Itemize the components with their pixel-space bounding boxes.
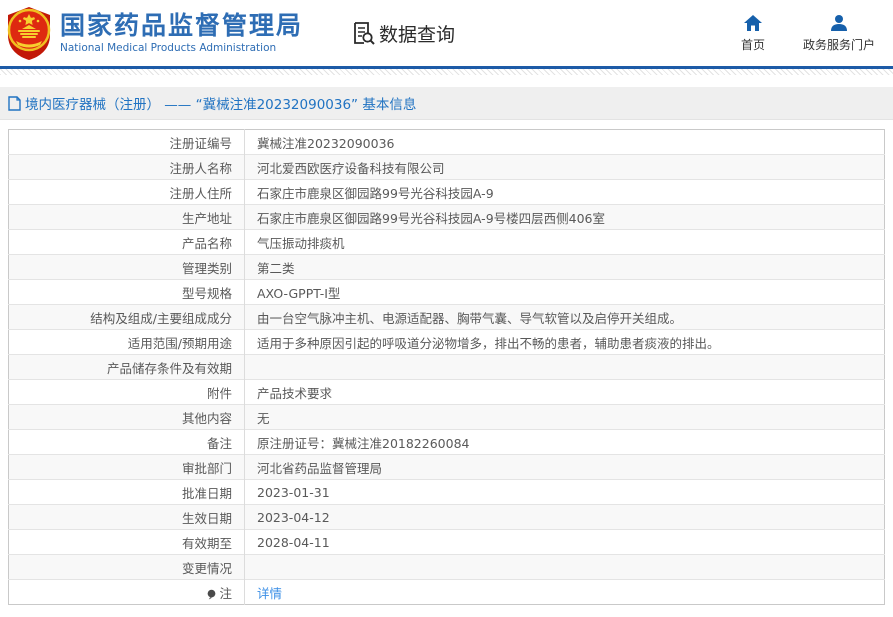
- row-value: 河北省药品监督管理局: [244, 454, 885, 480]
- row-label: 适用范围/预期用途: [8, 329, 245, 355]
- table-row: 备注 原注册证号：冀械注准20182260084: [8, 429, 885, 455]
- data-query-label: 数据查询: [379, 23, 456, 46]
- nav-portal-label: 政务服务门户: [802, 38, 875, 52]
- row-label: 有效期至: [8, 529, 245, 555]
- table-row: 批准日期 2023-01-31: [8, 479, 885, 505]
- row-label: 产品名称: [8, 229, 245, 255]
- row-label: 生效日期: [8, 504, 245, 530]
- row-label: 附件: [8, 379, 245, 405]
- table-row: 结构及组成/主要组成成分 由一台空气脉冲主机、电源适配器、胸带气囊、导气软管以及启…: [8, 304, 885, 330]
- row-label: 注册人名称: [8, 154, 245, 180]
- row-label: 结构及组成/主要组成成分: [8, 304, 245, 330]
- row-label: 管理类别: [8, 254, 245, 280]
- row-label: 型号规格: [8, 279, 245, 305]
- table-row: 注详情: [8, 579, 885, 605]
- table-row: 其他内容无: [8, 404, 885, 430]
- document-icon: [8, 95, 21, 111]
- row-label: 生产地址: [8, 204, 245, 230]
- nav-home[interactable]: 首页: [741, 13, 765, 53]
- nav-home-label: 首页: [740, 38, 765, 52]
- table-row: 生产地址 石家庄市鹿泉区御园路99号光谷科技园A-9号楼四层西侧406室: [8, 204, 885, 230]
- table-row: 产品储存条件及有效期: [8, 354, 885, 380]
- table-row: 适用范围/预期用途 适用于多种原因引起的呼吸道分泌物增多，排出不畅的患者，辅助患者…: [8, 329, 885, 355]
- breadcrumb: 境内医疗器械（注册） —— “冀械注准20232090036” 基本信息: [0, 87, 893, 120]
- document-search-icon: [354, 22, 375, 45]
- info-table-body: 注册证编号 冀械注准20232090036 注册人名称 河北爱西欧医疗设备科技有限公司…: [8, 129, 885, 605]
- table-row: 变更情况: [8, 554, 885, 580]
- table-row: 产品名称 气压振动排痰机: [8, 229, 885, 255]
- row-value: 由一台空气脉冲主机、电源适配器、胸带气囊、导气软管以及启停开关组成。: [244, 304, 885, 330]
- row-value: 河北爱西欧医疗设备科技有限公司: [244, 154, 885, 180]
- row-label: 批准日期: [8, 479, 245, 505]
- nav-portal[interactable]: 政务服务门户: [803, 13, 875, 53]
- detail-link[interactable]: 详情: [257, 586, 282, 601]
- row-value: AXO-GPPT-Ⅰ型: [244, 279, 885, 305]
- home-icon: [743, 15, 762, 31]
- row-label: 注册人住所: [8, 179, 245, 205]
- row-value: 2023-04-12: [244, 504, 885, 530]
- row-value: 2023-01-31: [244, 479, 885, 505]
- row-value: [244, 354, 885, 380]
- table-row: 注册证编号 冀械注准20232090036: [8, 129, 885, 155]
- table-row: 管理类别 第二类: [8, 254, 885, 280]
- table-row: 注册人住所 石家庄市鹿泉区御园路99号光谷科技园A-9: [8, 179, 885, 205]
- registration-info-table: 注册证编号 冀械注准20232090036 注册人名称 河北爱西欧医疗设备科技有限公司…: [8, 129, 885, 605]
- row-label: 注: [8, 579, 245, 605]
- table-row: 生效日期 2023-04-12: [8, 504, 885, 530]
- table-row: 附件 产品技术要求: [8, 379, 885, 405]
- site-title: 国家药品监督管理局 National Medical Products Admi…: [60, 10, 304, 55]
- row-label: 变更情况: [8, 554, 245, 580]
- note-icon: [208, 589, 216, 600]
- row-value: 产品技术要求: [244, 379, 885, 405]
- row-value: 原注册证号：冀械注准20182260084: [244, 429, 885, 455]
- row-value: 冀械注准20232090036: [257, 135, 395, 151]
- row-value: 详情: [244, 579, 885, 605]
- table-row: 型号规格 AXO-GPPT-Ⅰ型: [8, 279, 885, 305]
- breadcrumb-text: 境内医疗器械（注册） —— “冀械注准20232090036” 基本信息: [25, 97, 417, 113]
- row-value: 气压振动排痰机: [244, 229, 885, 255]
- row-value: 石家庄市鹿泉区御园路99号光谷科技园A-9号楼四层西侧406室: [244, 204, 885, 230]
- row-value: 无: [244, 404, 885, 430]
- table-row: 注册人名称 河北爱西欧医疗设备科技有限公司: [8, 154, 885, 180]
- row-value: 石家庄市鹿泉区御园路99号光谷科技园A-9: [244, 179, 885, 205]
- row-label: 审批部门: [8, 454, 245, 480]
- row-value: 适用于多种原因引起的呼吸道分泌物增多，排出不畅的患者，辅助患者痰液的排出。: [244, 329, 885, 355]
- row-label: 注册证编号: [8, 129, 245, 155]
- table-row: 审批部门 河北省药品监督管理局: [8, 454, 885, 480]
- user-icon: [830, 15, 847, 31]
- site-title-cn: 国家药品监督管理局: [60, 10, 304, 40]
- hatch-stripe: [0, 69, 893, 75]
- table-row: 有效期至 2028-04-11: [8, 529, 885, 555]
- site-title-en: National Medical Products Administration: [60, 42, 277, 55]
- row-label: 产品储存条件及有效期: [8, 354, 245, 380]
- row-label: 备注: [8, 429, 245, 455]
- national-emblem-logo: [7, 7, 51, 60]
- header: 国家药品监督管理局 National Medical Products Admi…: [0, 0, 893, 66]
- data-query-nav[interactable]: 数据查询: [351, 20, 455, 47]
- row-value: 2028-04-11: [244, 529, 885, 555]
- row-label: 其他内容: [8, 404, 245, 430]
- row-value: 第二类: [244, 254, 885, 280]
- row-value: [244, 554, 885, 580]
